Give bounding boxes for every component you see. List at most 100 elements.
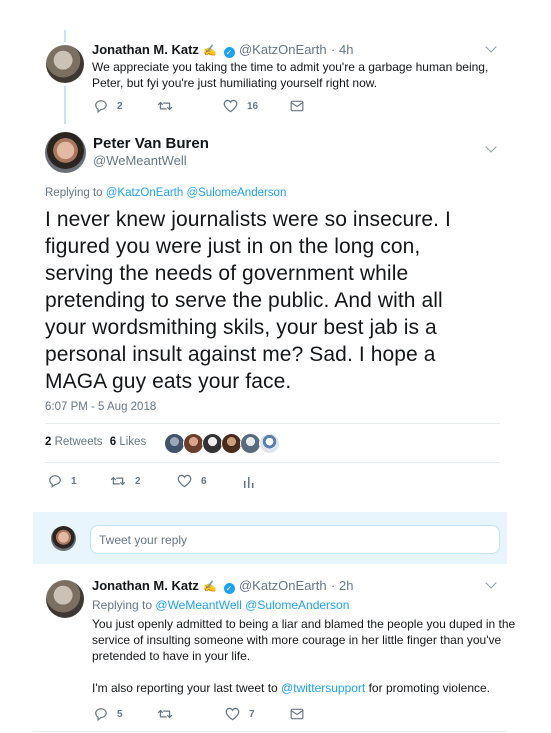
pen-emoji: ✍	[203, 45, 218, 57]
tweet-text-line: your wordsmithing skils, your best jab i…	[45, 316, 437, 339]
tweet3-text-line: service of insulting someone with more c…	[92, 633, 502, 647]
current-user-avatar	[51, 526, 76, 551]
liker-avatars	[164, 433, 280, 454]
tweet3-replying-to: Replying to @WeMeantWell @SulomeAnderson	[92, 598, 349, 612]
chevron-down-icon[interactable]	[485, 577, 497, 589]
replying-label: Replying to	[45, 187, 103, 199]
tweet1-header: Jonathan M. Katz ✍ ✓ @KatzOnEarth · 4h	[92, 41, 353, 59]
thread-line-top	[64, 30, 66, 42]
tweet-text-line: personal insult against me? Sad. I hope …	[45, 343, 436, 366]
replying-to: Replying to @KatzOnEarth @SulomeAnderson	[45, 187, 286, 199]
replying-to-handles[interactable]: @KatzOnEarth @SulomeAnderson	[106, 187, 287, 199]
likes-label[interactable]: Likes	[119, 436, 146, 448]
heart-icon	[223, 99, 238, 113]
retweets-label[interactable]: Retweets	[55, 436, 103, 448]
tweet3-header: Jonathan M. Katz ✍ ✓ @KatzOnEarth · 2h	[92, 577, 353, 595]
like-button[interactable]: 6	[177, 474, 207, 488]
tweet-text-line: figured you were just in on the long con…	[45, 235, 421, 258]
main-author-name[interactable]: Peter Van Buren	[93, 135, 209, 152]
tweet1-text-line: Peter, but fyi you're just humiliating y…	[92, 76, 378, 90]
reply-button[interactable]: 2	[94, 99, 123, 113]
reply-icon	[95, 708, 107, 721]
tweet3-text-fragment: I'm also reporting your last tweet to	[92, 681, 282, 695]
replying-label: Replying to	[92, 598, 153, 612]
tweet3-text-line: I'm also reporting your last tweet to @t…	[92, 680, 515, 696]
like-count: 7	[249, 708, 255, 720]
retweet-icon	[157, 101, 173, 111]
tweet1-handle[interactable]: @KatzOnEarth	[239, 42, 327, 57]
avatar-katz[interactable]	[46, 580, 84, 618]
reply-icon	[95, 100, 107, 113]
tweet3-text-line: You just openly admitted to being a liar…	[92, 617, 516, 631]
heart-icon	[177, 474, 192, 488]
like-button[interactable]: 16	[223, 99, 258, 113]
tweet-text-line: pretending to serve the public. And with…	[45, 289, 443, 312]
reply-count: 2	[117, 100, 123, 112]
liker-avatar[interactable]	[164, 433, 185, 454]
tweet3-text: You just openly admitted to being a liar…	[92, 616, 515, 696]
verified-icon: ✓	[223, 47, 235, 58]
chevron-down-icon[interactable]	[485, 141, 497, 153]
chevron-down-icon[interactable]	[485, 41, 497, 53]
retweet-button[interactable]	[157, 99, 173, 113]
heart-icon	[225, 707, 240, 721]
tweet1-time[interactable]: · 4h	[331, 42, 353, 57]
avatar-katz[interactable]	[46, 45, 84, 83]
reply-button[interactable]: 1	[48, 474, 77, 488]
reply-placeholder: Tweet your reply	[99, 533, 188, 547]
tweet1-text-line: We appreciate you taking the time to adm…	[92, 60, 489, 74]
tweet3-author-name[interactable]: Jonathan M. Katz	[92, 578, 199, 593]
timestamp[interactable]: 6:07 PM - 5 Aug 2018	[45, 401, 156, 413]
retweet-icon	[157, 709, 173, 719]
reply-input[interactable]: Tweet your reply	[90, 525, 500, 554]
thread-line	[64, 86, 66, 124]
retweet-icon	[110, 476, 126, 486]
retweet-button[interactable]: 2	[110, 474, 141, 488]
tweet1-author-name[interactable]: Jonathan M. Katz	[92, 42, 199, 57]
divider	[33, 731, 507, 732]
reply-icon	[49, 475, 61, 488]
retweets-count[interactable]: 2	[45, 436, 51, 448]
verified-icon: ✓	[223, 583, 235, 594]
engagement-stats: 2 Retweets 6 Likes	[45, 436, 146, 448]
replying-to-handles[interactable]: @WeMeantWell @SulomeAnderson	[155, 598, 349, 612]
divider	[45, 462, 500, 463]
dm-button[interactable]	[290, 708, 304, 720]
like-button[interactable]: 7	[225, 707, 255, 721]
like-count: 16	[247, 100, 259, 112]
tweet-text-line: MAGA guy eats your face.	[45, 370, 292, 393]
analytics-button[interactable]	[243, 475, 255, 488]
retweet-button[interactable]	[157, 707, 173, 721]
main-tweet-text: I never knew journalists were so insecur…	[45, 206, 451, 395]
envelope-icon	[290, 100, 304, 112]
tweet3-handle[interactable]: @KatzOnEarth	[239, 578, 327, 593]
tweet-text-line: I never knew journalists were so insecur…	[45, 208, 451, 231]
reply-button[interactable]: 5	[94, 707, 123, 721]
reply-count: 1	[71, 475, 77, 487]
tweet-text-line: serving the needs of government while	[45, 262, 409, 285]
twittersupport-link[interactable]: @twittersupport	[281, 681, 365, 695]
liker-avatar[interactable]	[183, 433, 204, 454]
envelope-icon	[290, 708, 304, 720]
tweet3-text-fragment: for promoting violence.	[365, 681, 490, 695]
tweet3-time[interactable]: · 2h	[331, 578, 353, 593]
like-count: 6	[201, 475, 207, 487]
tweet1-text: We appreciate you taking the time to adm…	[92, 59, 488, 91]
pen-emoji: ✍	[203, 581, 218, 593]
tweet1-actions: 2 16	[94, 99, 324, 115]
main-handle[interactable]: @WeMeantWell	[93, 153, 187, 168]
main-actions: 1 2 6	[48, 474, 278, 490]
liker-avatar[interactable]	[259, 433, 280, 454]
avatar-peter[interactable]	[45, 132, 86, 173]
likes-count[interactable]: 6	[110, 436, 116, 448]
reply-count: 5	[117, 708, 123, 720]
liker-avatar[interactable]	[240, 433, 261, 454]
retweet-count: 2	[135, 475, 141, 487]
reply-composer: Tweet your reply	[33, 512, 507, 564]
liker-avatar[interactable]	[221, 433, 242, 454]
liker-avatar[interactable]	[202, 433, 223, 454]
tweet3-text-line: pretended to have in your life.	[92, 649, 251, 663]
analytics-icon	[244, 477, 254, 488]
tweet3-actions: 5 7	[94, 707, 324, 723]
dm-button[interactable]	[290, 100, 304, 112]
